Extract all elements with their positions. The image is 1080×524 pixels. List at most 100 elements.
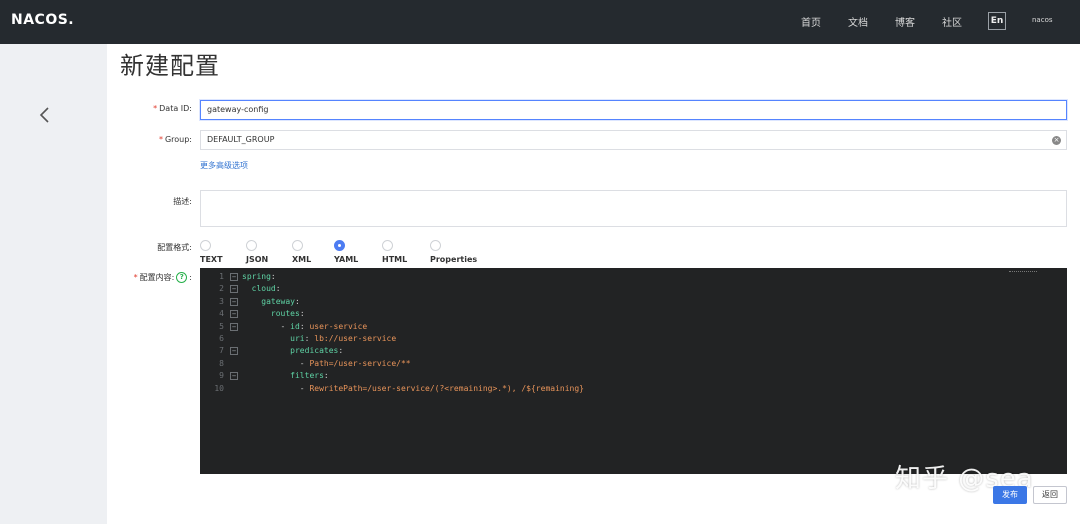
code-line[interactable]: 5− - id: user-service — [200, 321, 1067, 333]
code-line[interactable]: 10 - RewritePath=/user-service/(?<remain… — [200, 383, 1067, 395]
publish-button[interactable]: 发布 — [993, 486, 1027, 504]
code-text: - id: user-service — [242, 321, 368, 333]
yaml-punct: - — [242, 321, 291, 331]
description-label: 描述: — [173, 197, 192, 206]
radio-circle — [200, 240, 211, 251]
code-editor[interactable]: 1− spring: 2− cloud: 3− gateway: 4− routes: 5… — [200, 268, 1067, 474]
sidebar — [0, 44, 107, 524]
nav-docs[interactable]: 文档 — [848, 14, 868, 29]
yaml-punct — [242, 371, 290, 380]
nav-blog[interactable]: 博客 — [895, 14, 915, 29]
yaml-value: lb://user-service — [314, 334, 397, 343]
clear-icon[interactable]: × — [1052, 136, 1061, 145]
language-switch-button[interactable]: En — [988, 12, 1006, 30]
fold-toggle-icon[interactable]: − — [230, 297, 238, 306]
code-text: cloud: — [242, 283, 281, 295]
code-line[interactable]: 9− filters: — [200, 370, 1067, 382]
code-text: filters: — [242, 370, 329, 382]
data-id-input[interactable]: gateway-config — [200, 100, 1067, 120]
radio-circle — [382, 240, 393, 251]
group-value: DEFAULT_GROUP — [207, 135, 275, 144]
radio-circle-checked — [334, 240, 345, 251]
radio-circle — [430, 240, 441, 251]
line-number: 1 — [219, 272, 224, 281]
content-label: * 配置内容:?: — [112, 272, 192, 283]
fold-toggle-icon[interactable]: − — [230, 347, 238, 356]
nav-community[interactable]: 社区 — [942, 14, 962, 29]
code-text: - Path=/user-service/** — [242, 358, 411, 370]
fold-toggle-icon[interactable]: − — [230, 322, 238, 331]
group-label: * Group: — [112, 135, 192, 144]
line-number: 9 — [219, 371, 224, 381]
code-text: predicates: — [242, 345, 343, 357]
radio-label: XML — [292, 255, 312, 264]
description-textarea[interactable] — [200, 190, 1067, 227]
format-label: 配置格式: — [157, 243, 192, 252]
radio-label: HTML — [382, 255, 408, 264]
required-mark: * — [158, 135, 163, 144]
user-name[interactable]: nacos — [1032, 16, 1053, 24]
line-number: 7 — [219, 346, 224, 356]
required-mark: * — [133, 273, 138, 282]
yaml-key: uri — [290, 334, 305, 343]
yaml-punct — [242, 297, 261, 306]
line-number: 6 — [219, 334, 224, 343]
radio-label: YAML — [334, 255, 359, 264]
format-radio-yaml[interactable]: YAML — [334, 240, 358, 264]
yaml-key: predicates — [290, 346, 339, 356]
fold-toggle-icon[interactable]: − — [230, 273, 238, 281]
format-radio-html[interactable]: HTML — [382, 240, 407, 264]
content-label-colon: : — [189, 273, 192, 282]
help-icon[interactable]: ? — [176, 272, 188, 283]
format-radio-properties[interactable]: Properties — [430, 240, 477, 264]
yaml-punct: : — [294, 296, 300, 306]
nacos-logo[interactable]: NACOS. — [11, 12, 74, 28]
yaml-punct: : — [270, 272, 276, 281]
data-id-label: * Data ID: — [112, 104, 192, 113]
yaml-punct — [242, 334, 290, 343]
line-number: 2 — [219, 284, 224, 294]
yaml-key: cloud — [251, 284, 276, 294]
yaml-key: routes — [270, 309, 300, 319]
line-number: 8 — [219, 358, 224, 368]
code-line[interactable]: 7− predicates: — [200, 345, 1067, 357]
fold-toggle-icon[interactable]: − — [230, 372, 238, 381]
yaml-punct: - — [242, 358, 310, 368]
code-line[interactable]: 6 uri: lb://user-service — [200, 333, 1067, 345]
fold-toggle-icon[interactable]: − — [230, 285, 238, 294]
format-radio-xml[interactable]: XML — [292, 240, 311, 264]
chevron-left-icon[interactable] — [36, 104, 54, 126]
back-button[interactable]: 返回 — [1033, 486, 1067, 504]
yaml-key: id — [290, 321, 300, 331]
radio-label: TEXT — [200, 255, 223, 264]
code-text: uri: lb://user-service — [242, 333, 396, 345]
yaml-punct: : — [338, 346, 344, 356]
required-mark: * — [153, 104, 158, 113]
yaml-value: Path=/user-service/** — [309, 358, 411, 368]
radio-circle — [292, 240, 303, 251]
code-line[interactable]: 2− cloud: — [200, 283, 1067, 295]
code-line[interactable]: 1− spring: — [200, 271, 1067, 283]
code-text: spring: — [242, 271, 276, 283]
yaml-key: filters — [290, 371, 324, 381]
fold-toggle-icon[interactable]: − — [230, 310, 238, 319]
yaml-punct: : — [299, 309, 305, 319]
data-id-value: gateway-config — [207, 105, 269, 114]
page-title: 新建配置 — [120, 52, 220, 80]
nav-home[interactable]: 首页 — [801, 14, 821, 29]
yaml-punct: : — [275, 284, 281, 294]
yaml-punct: : — [304, 334, 315, 343]
line-number: 3 — [219, 296, 224, 306]
code-text: routes: — [242, 308, 305, 320]
format-radio-json[interactable]: JSON — [246, 240, 268, 264]
radio-label: Properties — [430, 255, 478, 264]
advanced-options-link[interactable]: 更多高级选项 — [200, 160, 248, 171]
group-input[interactable]: DEFAULT_GROUP × — [200, 130, 1067, 150]
code-line[interactable]: 3− gateway: — [200, 296, 1067, 308]
format-radio-text[interactable]: TEXT — [200, 240, 223, 264]
code-line[interactable]: 4− routes: — [200, 308, 1067, 320]
group-label-text: Group: — [164, 135, 192, 144]
yaml-punct: : — [299, 321, 310, 331]
line-number: 5 — [219, 321, 224, 331]
code-line[interactable]: 8 - Path=/user-service/** — [200, 358, 1067, 370]
